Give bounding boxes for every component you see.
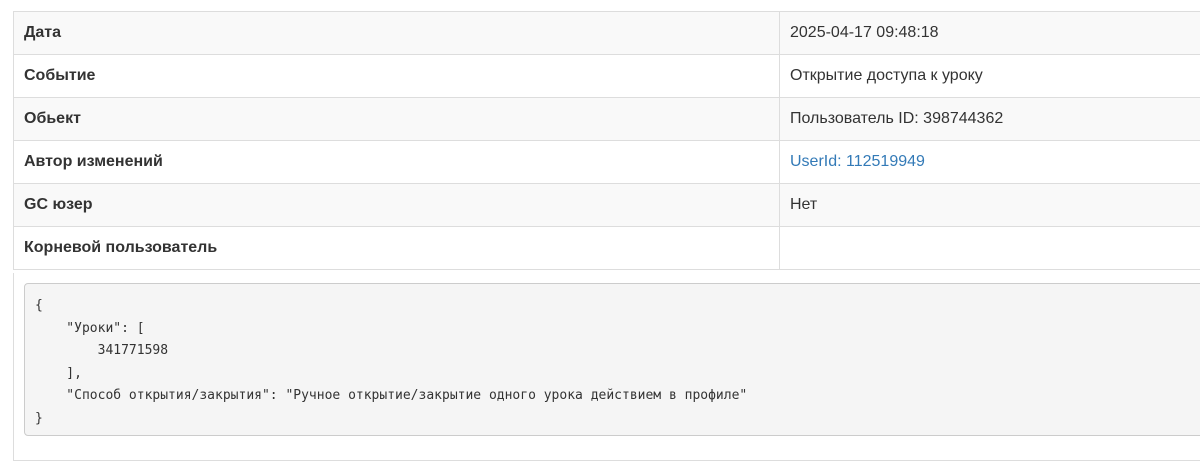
table-row-event: Событие Открытие доступа к уроку: [13, 54, 1200, 98]
author-value-cell: UserId: 112519949: [779, 140, 1200, 184]
event-label: Событие: [13, 54, 780, 98]
table-row-date: Дата 2025-04-17 09:48:18: [13, 11, 1200, 55]
table-row-gc-user: GC юзер Нет: [13, 183, 1200, 227]
root-user-label: Корневой пользователь: [13, 226, 780, 270]
table-row-object: Обьект Пользователь ID: 398744362: [13, 97, 1200, 141]
gc-user-label: GC юзер: [13, 183, 780, 227]
author-label: Автор изменений: [13, 140, 780, 184]
payload-json-code: { "Уроки": [ 341771598 ], "Способ открыт…: [24, 283, 1200, 436]
payload-container: { "Уроки": [ 341771598 ], "Способ открыт…: [13, 273, 1200, 461]
object-value: Пользователь ID: 398744362: [779, 97, 1200, 141]
change-details-table: Дата 2025-04-17 09:48:18 Событие Открыти…: [13, 11, 1200, 270]
date-value: 2025-04-17 09:48:18: [779, 11, 1200, 55]
object-label: Обьект: [13, 97, 780, 141]
author-user-link[interactable]: UserId: 112519949: [790, 153, 925, 170]
table-row-root-user: Корневой пользователь: [13, 226, 1200, 270]
table-row-author: Автор изменений UserId: 112519949: [13, 140, 1200, 184]
root-user-value: [779, 226, 1200, 270]
event-value: Открытие доступа к уроку: [779, 54, 1200, 98]
gc-user-value: Нет: [779, 183, 1200, 227]
date-label: Дата: [13, 11, 780, 55]
